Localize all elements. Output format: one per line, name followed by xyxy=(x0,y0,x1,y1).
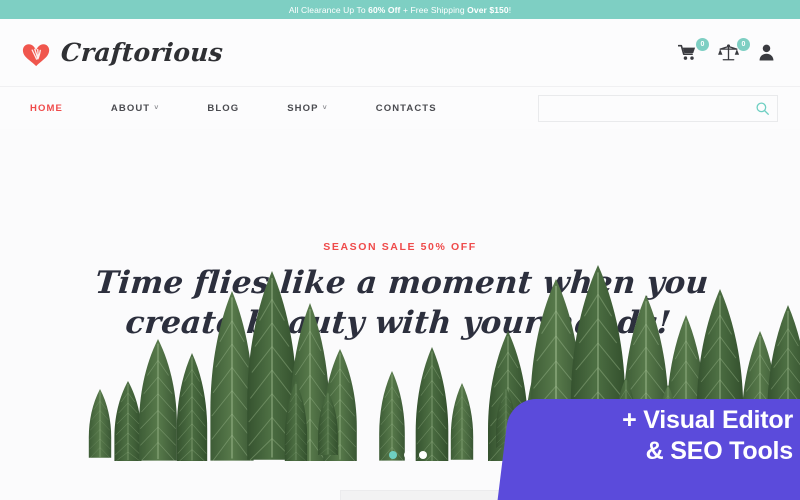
nav-item-home[interactable]: HOME xyxy=(22,103,87,114)
promo-text-part3: ! xyxy=(508,4,512,15)
scales-compare-icon xyxy=(718,43,739,60)
slider-dots xyxy=(389,451,427,459)
promo-text-bold1: 60% Off xyxy=(368,4,401,15)
cart-count-badge: 0 xyxy=(696,38,709,51)
logo-text: Craftorious xyxy=(59,38,225,67)
site-header: Craftorious 0 0 xyxy=(0,19,800,86)
hero-subtitle: SEASON SALE 50% OFF xyxy=(323,241,477,253)
site-logo[interactable]: Craftorious xyxy=(22,38,225,67)
nav-label-about: ABOUT xyxy=(110,102,151,114)
slider-dot-3[interactable] xyxy=(419,451,427,459)
nav-label-home: HOME xyxy=(30,102,63,114)
search-icon[interactable] xyxy=(756,101,769,115)
cart-button[interactable]: 0 xyxy=(678,38,709,61)
heart-icon xyxy=(22,39,52,67)
promo-text-part2: + Free Shipping xyxy=(400,4,468,15)
shopping-cart-icon xyxy=(678,44,696,60)
nav-label-shop: SHOP xyxy=(287,102,319,114)
compare-count-badge: 0 xyxy=(737,37,750,51)
account-button[interactable] xyxy=(759,44,774,61)
promo-text-bold2: Over $150 xyxy=(467,4,509,15)
compare-button[interactable]: 0 xyxy=(718,37,750,62)
nav-item-shop[interactable]: SHOP ˅ xyxy=(263,103,352,114)
promo-bar: All Clearance Up To 60% Off + Free Shipp… xyxy=(0,0,800,19)
chevron-down-icon: ˅ xyxy=(322,104,328,112)
search-input[interactable] xyxy=(549,103,756,113)
header-tools: 0 0 xyxy=(678,37,778,62)
slider-dot-2[interactable] xyxy=(404,451,412,459)
page-root: All Clearance Up To 60% Off + Free Shipp… xyxy=(0,0,800,500)
nav-item-blog[interactable]: BLOG xyxy=(183,103,263,114)
nav-label-blog: BLOG xyxy=(207,102,240,114)
nav-list: HOME ABOUT ˅ BLOG SHOP ˅ CONTACTS xyxy=(22,103,461,114)
slider-dot-1[interactable] xyxy=(389,451,397,459)
chevron-down-icon: ˅ xyxy=(154,104,160,112)
nav-item-about[interactable]: ABOUT ˅ xyxy=(87,103,183,114)
promo-text-part1: All Clearance Up To xyxy=(288,4,369,15)
promo-ribbon-text: + Visual Editor & SEO Tools xyxy=(528,405,793,467)
search-box[interactable] xyxy=(538,94,778,122)
ribbon-line-2: & SEO Tools xyxy=(645,437,794,465)
main-navigation: HOME ABOUT ˅ BLOG SHOP ˅ CONTACTS xyxy=(0,86,800,129)
nav-item-contacts[interactable]: CONTACTS xyxy=(352,103,461,114)
ribbon-line-1: + Visual Editor xyxy=(622,406,793,434)
nav-label-contacts: CONTACTS xyxy=(375,102,437,114)
user-account-icon xyxy=(759,44,774,61)
